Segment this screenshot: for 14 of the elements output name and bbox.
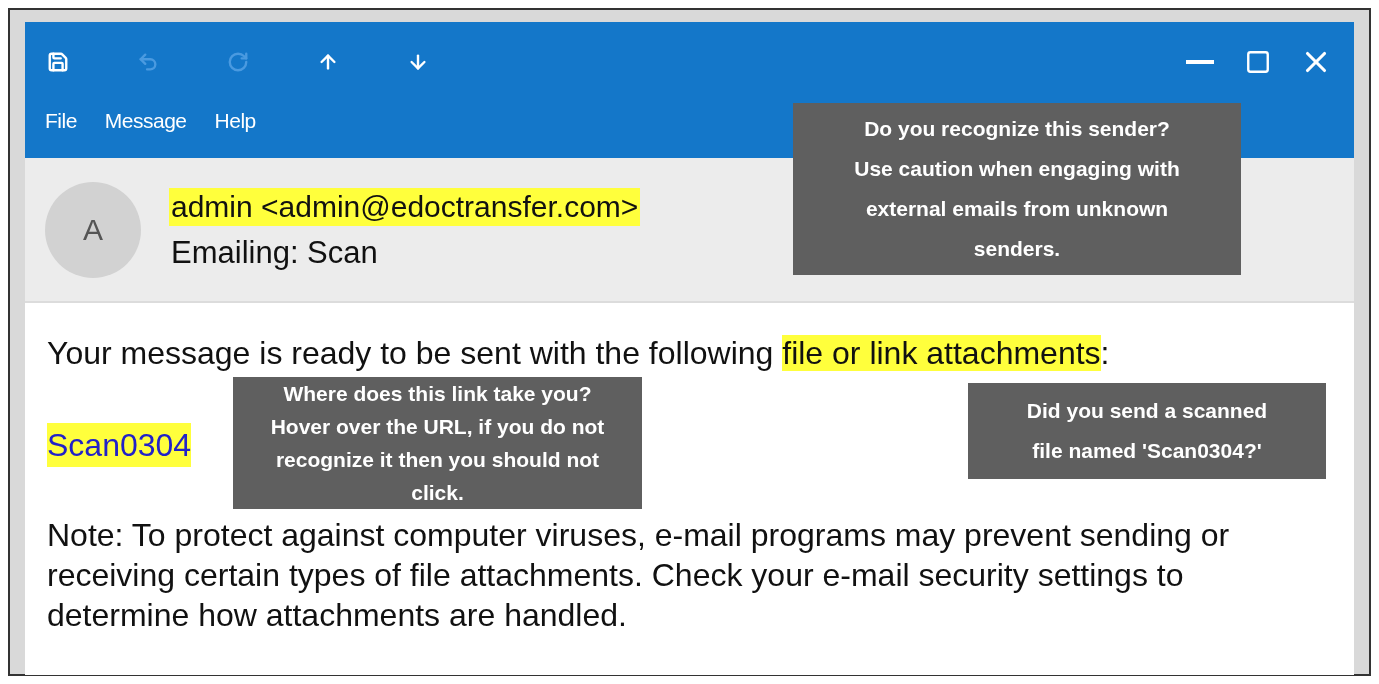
email-subject: Emailing: Scan — [170, 233, 379, 272]
menu-item[interactable]: File — [45, 105, 77, 137]
intro-sentence: Your message is ready to be sent with the following file or link attachments: — [47, 334, 1111, 373]
note-paragraph: Note: To protect against computer viruses, e-mail programs may prevent sending or receiving certain types of file attachments. Check your e-mail security settings to determine how attachments are handled. — [47, 516, 1231, 635]
menu-item[interactable]: Help — [214, 105, 256, 137]
callout: Did you send a scanned file named 'Scan0304?' — [968, 383, 1326, 479]
menu-item[interactable]: Message — [104, 105, 187, 137]
minimize-icon — [1186, 60, 1214, 64]
sender-address: admin <admin@edoctransfer.com> — [169, 187, 641, 226]
avatar: A — [45, 181, 141, 278]
callout: Where does this link take you? Hover over the URL, if you do not recognize it then you should not click. — [233, 377, 642, 509]
attachment-link[interactable]: Scan0304 — [47, 423, 192, 467]
maximize-icon — [1245, 49, 1271, 75]
callout: Do you recognize this sender? Use caution when engaging with external emails from unknown senders. — [793, 103, 1241, 275]
